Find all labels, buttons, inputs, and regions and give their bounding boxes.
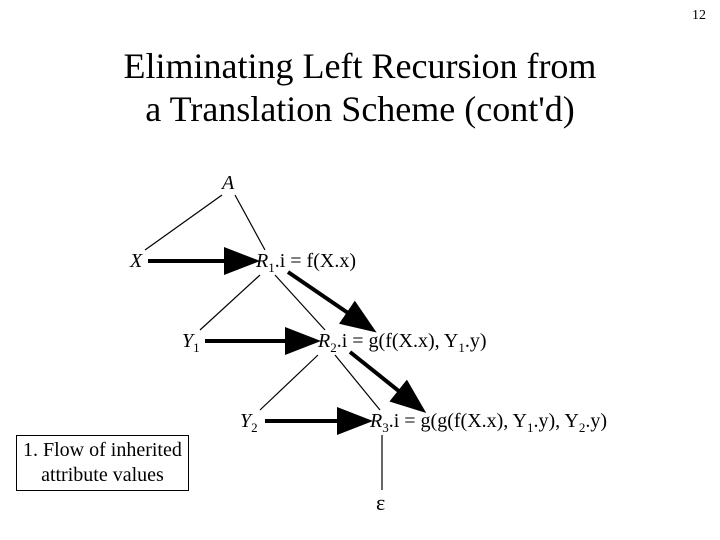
node-R2: R2.i = g(f(X.x), Y1.y) bbox=[318, 330, 487, 356]
page-number: 12 bbox=[692, 8, 706, 24]
node-A: A bbox=[222, 172, 234, 195]
slide-title: Eliminating Left Recursion from a Transl… bbox=[0, 45, 720, 131]
r2-expr2: .y) bbox=[465, 330, 487, 352]
r1-letter: R bbox=[256, 250, 268, 272]
y2-sub: 2 bbox=[251, 420, 258, 435]
node-R1: R1.i = f(X.x) bbox=[256, 250, 356, 276]
caption-line2: attribute values bbox=[41, 464, 164, 486]
caption-line1: 1. Flow of inherited bbox=[23, 439, 182, 461]
node-Y2: Y2 bbox=[240, 410, 258, 436]
r3-expr2: .y), Y bbox=[534, 410, 579, 432]
node-X: X bbox=[130, 250, 142, 273]
node-R3: R3.i = g(g(f(X.x), Y1.y), Y2.y) bbox=[370, 410, 607, 436]
node-epsilon: ε bbox=[376, 490, 385, 516]
r3-expr3: .y) bbox=[585, 410, 607, 432]
r3-expr1: .i = g(g(f(X.x), Y bbox=[389, 410, 527, 432]
edge-R1-Y1 bbox=[200, 275, 260, 330]
title-line-2: a Translation Scheme (cont'd) bbox=[145, 89, 574, 129]
r3-letter: R bbox=[370, 410, 382, 432]
y1-letter: Y bbox=[182, 330, 193, 352]
edge-R1-R2 bbox=[275, 275, 325, 330]
r2-letter: R bbox=[318, 330, 330, 352]
edge-A-X bbox=[145, 195, 222, 250]
edge-R2-R3 bbox=[335, 355, 380, 410]
title-line-1: Eliminating Left Recursion from bbox=[124, 46, 597, 86]
y1-sub: 1 bbox=[193, 340, 200, 355]
r2-expr1: .i = g(f(X.x), Y bbox=[337, 330, 459, 352]
flow-arrow-R2-R3 bbox=[350, 352, 420, 408]
caption-box: 1. Flow of inherited attribute values bbox=[16, 435, 189, 491]
r1-expr: .i = f(X.x) bbox=[275, 250, 356, 272]
edge-A-R1 bbox=[235, 195, 265, 250]
flow-arrow-R1-R2 bbox=[288, 272, 370, 328]
edge-R2-Y2 bbox=[260, 355, 318, 410]
y2-letter: Y bbox=[240, 410, 251, 432]
node-Y1: Y1 bbox=[182, 330, 200, 356]
